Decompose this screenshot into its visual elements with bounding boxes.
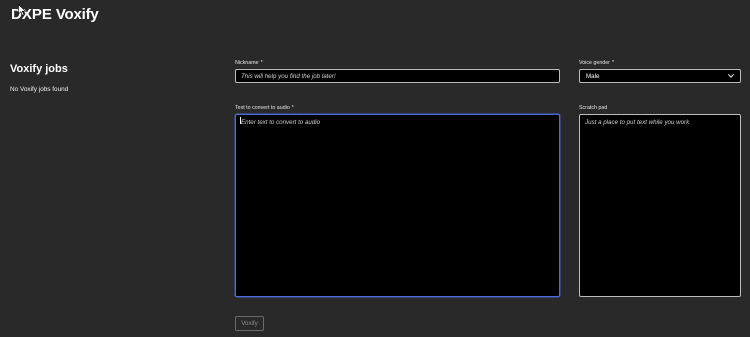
voice-gender-select[interactable]: Male — [579, 69, 741, 83]
chevron-down-icon — [728, 74, 734, 78]
voice-gender-label: Voice gender * — [579, 60, 614, 66]
voxify-page: DXPE Voxify Voxify jobs No Voxify jobs f… — [0, 0, 750, 337]
text-to-convert-label: Text to convert to audio * — [235, 105, 294, 111]
voice-gender-selected-value: Male — [586, 72, 600, 80]
text-to-convert-required-marker: * — [291, 105, 294, 111]
scratch-pad-label-text: Scratch pad — [579, 105, 608, 111]
nickname-input[interactable] — [235, 69, 560, 83]
logo-product: Voxify — [55, 5, 99, 23]
scratch-pad-textarea[interactable] — [579, 114, 741, 297]
nickname-required-marker: * — [260, 60, 263, 66]
text-to-convert-label-text: Text to convert to audio — [235, 105, 290, 111]
jobs-empty-message: No Voxify jobs found — [10, 86, 69, 93]
jobs-title: Voxify jobs — [10, 63, 68, 75]
voice-gender-required-marker: * — [611, 60, 614, 66]
text-caret — [240, 117, 241, 124]
scratch-pad-label: Scratch pad — [579, 105, 607, 111]
voxify-button[interactable]: Voxify — [235, 316, 264, 331]
nickname-label: Nickname * — [235, 60, 263, 66]
text-to-convert-textarea[interactable] — [235, 114, 560, 297]
mouse-cursor-icon — [18, 4, 27, 16]
nickname-label-text: Nickname — [235, 60, 259, 66]
voice-gender-label-text: Voice gender — [579, 60, 610, 66]
